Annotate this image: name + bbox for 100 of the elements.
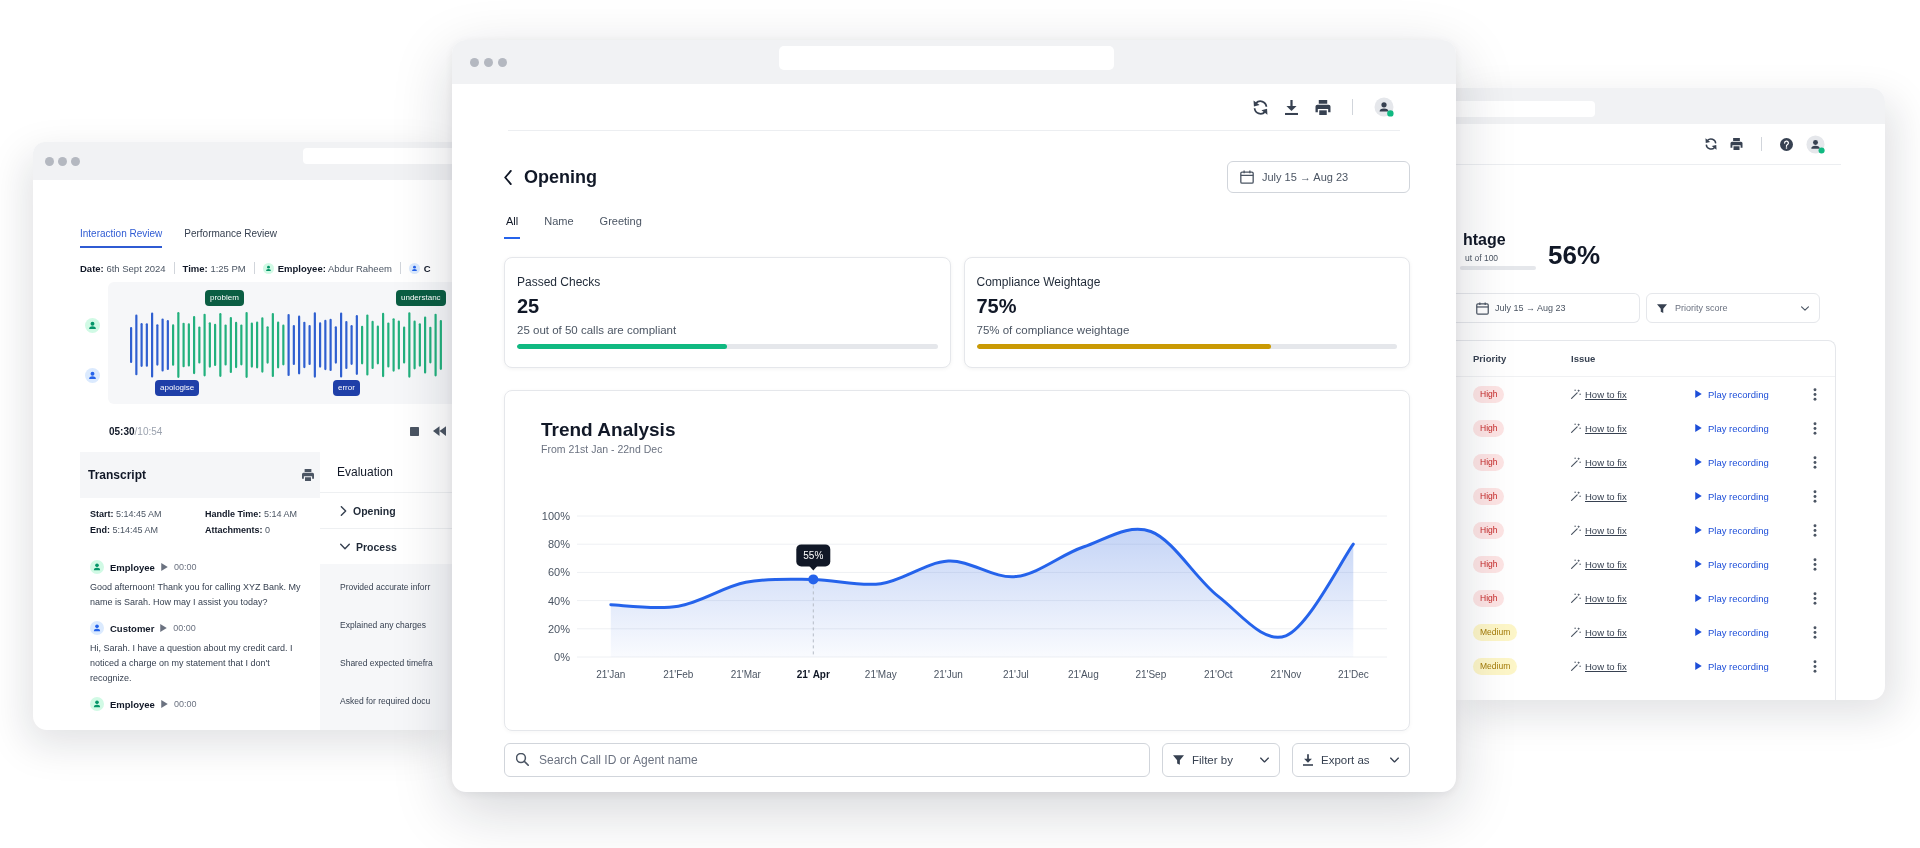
play-recording-link[interactable]: Play recording [1695,524,1769,536]
how-to-fix-link[interactable]: How to fix [1571,422,1627,434]
user-avatar-icon[interactable] [1806,134,1825,154]
play-icon [1695,424,1702,432]
tab[interactable]: Interaction Review [80,228,163,248]
more-menu-icon[interactable] [1813,659,1817,673]
score-note: ut of 100 [1464,253,1500,263]
user-avatar-icon[interactable] [1374,97,1394,117]
how-to-fix-link[interactable]: How to fix [1571,456,1627,468]
how-to-fix-link[interactable]: How to fix [1571,660,1627,672]
printer-icon[interactable] [1315,99,1331,115]
keyword-tag: problem [205,290,244,306]
priority-dropdown[interactable]: Priority score [1646,293,1820,323]
refresh-icon[interactable] [1253,99,1268,115]
chart-title: Trend Analysis [541,419,676,441]
more-menu-icon[interactable] [1813,557,1817,571]
play-recording-link[interactable]: Play recording [1695,388,1769,400]
chevron-down-icon [1260,757,1269,763]
play-recording-link[interactable]: Play recording [1695,490,1769,502]
how-to-fix-link[interactable]: How to fix [1571,592,1627,604]
x-axis-label: 21'Dec [1337,669,1369,680]
y-axis-label: 100% [541,510,570,522]
timestamp: 00:00 [173,699,197,709]
tab[interactable]: Name [542,207,576,239]
call-detail: Employee: Abdur Raheem [277,262,392,274]
x-axis-label: 21'Aug [1067,669,1099,680]
how-to-fix-link[interactable]: How to fix [1571,388,1627,400]
panel-title: Evaluation [337,465,394,479]
y-axis-label: 20% [547,622,570,635]
priority-badge: High [1473,453,1505,471]
play-recording-link[interactable]: Play recording [1695,626,1769,638]
priority-badge: Medium [1473,623,1518,641]
date-range-picker[interactable]: July 15 → Aug 23 [1227,161,1410,193]
play-icon[interactable] [160,563,168,571]
more-menu-icon[interactable] [1813,625,1817,639]
tab[interactable]: Performance Review [184,228,278,248]
x-axis-label: 21'Mar [730,669,761,680]
chart-subtitle: From 21st Jan - 22nd Dec [541,443,663,455]
play-icon[interactable] [160,624,168,632]
chevron-down-icon [1390,757,1399,763]
printer-icon[interactable] [1730,138,1743,150]
speaker-name: Customer [110,622,155,634]
call-meta: End: 5:14:45 AM [90,524,160,537]
point-marker-icon [808,574,819,585]
y-axis-label: 40% [547,594,570,607]
tab[interactable]: Greeting [597,207,644,239]
how-to-fix-link[interactable]: How to fix [1571,524,1627,536]
how-to-fix-link[interactable]: How to fix [1571,558,1627,570]
more-menu-icon[interactable] [1813,421,1817,435]
x-axis-label: 21'Feb [663,669,694,680]
card-value: 25 [517,295,541,318]
play-recording-link[interactable]: Play recording [1695,592,1769,604]
x-axis-label: 21'Oct [1204,669,1233,680]
window-dot-icon [470,58,479,67]
play-recording-link[interactable]: Play recording [1695,422,1769,434]
x-axis-label: 21'Nov [1270,669,1302,680]
back-icon[interactable] [504,169,512,185]
priority-badge: High [1473,555,1505,573]
x-axis-label: 21'May [864,669,897,680]
call-detail: Time: 1:25 PM [182,262,246,274]
play-recording-link[interactable]: Play recording [1695,456,1769,468]
call-meta: Start: 5:14:45 AM [90,508,163,521]
tab[interactable]: All [504,207,521,239]
playback-time: 05:30/10:54 [109,425,163,437]
date-range-picker[interactable]: July 15 → Aug 23 [1456,293,1640,323]
speaker-name: Employee [110,698,155,710]
refresh-icon[interactable] [1705,138,1717,150]
x-axis-label: 21'Jun [933,669,963,680]
magic-wand-icon [1571,627,1581,637]
play-icon [1695,662,1702,670]
window-dot-icon [484,58,493,67]
how-to-fix-link[interactable]: How to fix [1571,626,1627,638]
play-icon [1695,458,1702,466]
filter-dropdown[interactable]: Filter by [1162,743,1280,777]
more-menu-icon[interactable] [1813,523,1817,537]
more-menu-icon[interactable] [1813,591,1817,605]
export-dropdown[interactable]: Export as [1292,743,1410,777]
call-meta: Attachments: 0 [205,524,272,537]
play-recording-link[interactable]: Play recording [1695,660,1769,672]
play-icon[interactable] [160,700,168,708]
download-icon [1303,754,1313,766]
column-header: Priority [1473,353,1508,364]
person-icon [85,368,100,383]
more-menu-icon[interactable] [1813,489,1817,503]
play-icon [1695,560,1702,568]
play-recording-link[interactable]: Play recording [1695,558,1769,570]
more-menu-icon[interactable] [1813,387,1817,401]
how-to-fix-link[interactable]: How to fix [1571,490,1627,502]
stop-icon[interactable] [410,426,419,436]
rewind-icon[interactable] [433,426,446,436]
printer-icon[interactable] [302,469,314,481]
download-icon[interactable] [1285,99,1298,115]
help-icon[interactable] [1780,137,1793,151]
more-menu-icon[interactable] [1813,455,1817,469]
filter-icon [1173,755,1184,765]
search-field[interactable]: Search Call ID or Agent name [504,743,1150,777]
message-text: Hi, Sarah. I have a question about my credit card. I noticed a charge on my statement that I don't recognize. [90,642,294,685]
magic-wand-icon [1571,491,1581,501]
x-axis-label: 21' Apr [796,669,830,680]
criterion-text: Asked for required docu [340,696,431,706]
